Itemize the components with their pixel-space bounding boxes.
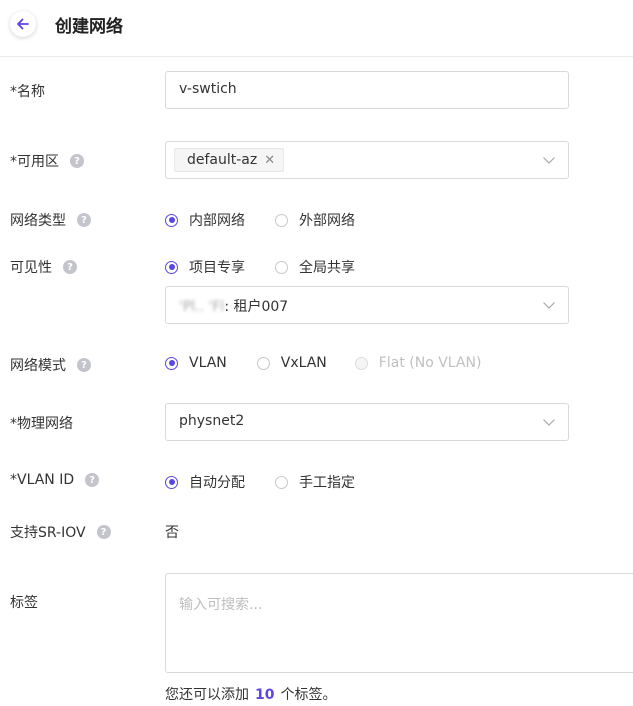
chevron-down-icon xyxy=(543,419,555,426)
tags-label: 标签 xyxy=(10,595,38,611)
page-title: 创建网络 xyxy=(55,17,123,37)
help-icon[interactable]: ? xyxy=(70,154,84,168)
radio-label: 内部网络 xyxy=(189,213,245,229)
arrow-left-icon xyxy=(17,18,29,30)
radio-label: 项目专享 xyxy=(189,260,245,276)
tags-placeholder: 输入可搜索... xyxy=(179,597,263,613)
help-icon[interactable]: ? xyxy=(63,260,77,274)
help-icon[interactable]: ? xyxy=(85,473,100,487)
radio-button[interactable] xyxy=(275,213,288,227)
radio-internal-network[interactable]: 内部网络 xyxy=(165,210,245,230)
radio-button[interactable] xyxy=(165,475,178,489)
physical-network-label: *物理网络 xyxy=(10,416,73,432)
radio-label: 外部网络 xyxy=(299,213,355,229)
close-icon[interactable]: ✕ xyxy=(264,153,275,168)
project-select[interactable]: 'Pl.. 'Fl: 租户007 xyxy=(165,286,569,324)
tags-input[interactable]: 输入可搜索... xyxy=(165,573,633,673)
name-input-value: v-swtich xyxy=(179,81,237,97)
radio-button xyxy=(354,356,368,370)
sriov-label: 支持SR-IOV ? xyxy=(10,522,111,542)
radio-auto-assign[interactable]: 自动分配 xyxy=(165,472,245,492)
radio-manual-assign[interactable]: 手工指定 xyxy=(275,472,355,492)
network-mode-radio-group: VLAN VxLAN Flat (No VLAN) xyxy=(165,355,481,371)
vlan-id-label: *VLAN ID ? xyxy=(10,472,100,488)
network-type-radio-group: 内部网络 外部网络 xyxy=(165,210,355,230)
name-input[interactable]: v-swtich xyxy=(165,71,569,109)
help-icon[interactable]: ? xyxy=(77,213,91,227)
network-type-label: 网络类型 ? xyxy=(10,210,91,230)
availability-zone-tag: default-az ✕ xyxy=(174,148,285,172)
chevron-down-icon xyxy=(543,302,555,309)
radio-global-shared[interactable]: 全局共享 xyxy=(275,257,355,277)
radio-vlan[interactable]: VLAN xyxy=(165,355,227,371)
radio-label: 自动分配 xyxy=(189,475,245,491)
name-label: *名称 xyxy=(10,84,45,100)
radio-button[interactable] xyxy=(275,475,288,489)
radio-vxlan[interactable]: VxLAN xyxy=(256,355,327,371)
radio-label: 全局共享 xyxy=(299,260,355,276)
back-button[interactable] xyxy=(10,11,36,37)
visibility-label: 可见性 ? xyxy=(10,257,77,277)
page-header: 创建网络 xyxy=(0,0,633,57)
blurred-project-name: 'Pl.. 'Fl xyxy=(179,299,225,315)
physical-network-select[interactable]: physnet2 xyxy=(165,403,569,441)
chevron-down-icon xyxy=(543,157,555,164)
radio-button[interactable] xyxy=(165,356,178,370)
radio-button[interactable] xyxy=(275,260,288,274)
vlan-id-radio-group: 自动分配 手工指定 xyxy=(165,472,355,492)
radio-external-network[interactable]: 外部网络 xyxy=(275,210,355,230)
help-icon[interactable]: ? xyxy=(77,358,91,372)
help-icon[interactable]: ? xyxy=(96,525,111,539)
tags-remaining-count: 10 xyxy=(255,687,275,703)
availability-zone-label: *可用区 ? xyxy=(10,151,84,171)
radio-label: 手工指定 xyxy=(299,475,355,491)
visibility-radio-group: 项目专享 全局共享 xyxy=(165,257,355,277)
radio-button[interactable] xyxy=(256,356,270,370)
radio-project-only[interactable]: 项目专享 xyxy=(165,257,245,277)
tags-hint: 您还可以添加 10 个标签。 xyxy=(165,687,337,703)
sriov-value: 否 xyxy=(165,525,179,541)
availability-zone-select[interactable]: default-az ✕ xyxy=(165,141,569,179)
physical-network-value: physnet2 xyxy=(179,413,245,429)
network-mode-label: 网络模式 ? xyxy=(10,355,91,375)
radio-label: Flat (No VLAN) xyxy=(378,355,482,371)
radio-button[interactable] xyxy=(165,260,178,274)
radio-button[interactable] xyxy=(165,213,178,227)
project-select-value: 'Pl.. 'Fl: 租户007 xyxy=(179,299,289,315)
radio-flat: Flat (No VLAN) xyxy=(354,355,482,371)
radio-label: VxLAN xyxy=(280,355,327,371)
radio-label: VLAN xyxy=(189,355,227,371)
